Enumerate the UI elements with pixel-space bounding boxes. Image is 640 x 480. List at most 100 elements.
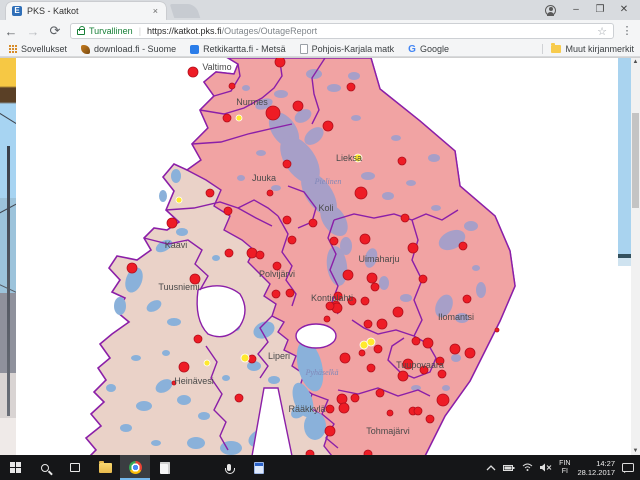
outage-marker-red[interactable]	[387, 410, 393, 416]
outage-marker-red[interactable]	[398, 371, 408, 381]
outage-marker-red[interactable]	[419, 275, 427, 283]
outage-marker-yellow[interactable]	[367, 338, 375, 346]
outage-marker-red[interactable]	[374, 345, 382, 353]
taskbar-clock[interactable]: 14:27 28.12.2017	[577, 459, 615, 477]
bookmark-star-icon[interactable]: ☆	[597, 25, 607, 38]
outage-marker-red[interactable]	[337, 394, 347, 404]
outage-marker-red[interactable]	[340, 353, 350, 363]
chrome-taskbar-button[interactable]	[120, 455, 150, 480]
language-indicator[interactable]: FIN FI	[559, 460, 570, 476]
outage-marker-red[interactable]	[247, 248, 257, 258]
scroll-up-icon[interactable]: ▲	[631, 58, 640, 67]
outage-marker-red[interactable]	[206, 189, 214, 197]
outage-marker-red[interactable]	[272, 290, 280, 298]
outage-marker-red[interactable]	[408, 243, 418, 253]
reload-button[interactable]: ⟳	[44, 23, 66, 39]
bookmark-item[interactable]: G Google	[408, 44, 449, 55]
outage-marker-red[interactable]	[325, 426, 335, 436]
bookmark-item[interactable]: download.fi - Suome	[81, 44, 176, 54]
outage-marker-red[interactable]	[229, 83, 235, 89]
outage-marker-red[interactable]	[275, 58, 285, 67]
outage-marker-red[interactable]	[223, 114, 231, 122]
maximize-button[interactable]: ❐	[588, 1, 612, 19]
outage-marker-red[interactable]	[330, 237, 338, 245]
scrollbar-thumb[interactable]	[632, 113, 639, 208]
outage-marker-red[interactable]	[326, 405, 334, 413]
outage-marker-red[interactable]	[377, 319, 387, 329]
tab-close-icon[interactable]: ×	[151, 6, 160, 16]
outage-marker-red[interactable]	[179, 362, 189, 372]
browser-tab[interactable]: E PKS - Katkot ×	[6, 2, 166, 20]
back-button[interactable]: ←	[0, 24, 22, 39]
browser-menu-icon[interactable]: ⋮	[620, 29, 634, 34]
outage-marker-red[interactable]	[459, 242, 467, 250]
forward-button[interactable]: →	[22, 24, 44, 39]
outage-marker-red[interactable]	[351, 394, 359, 402]
start-button[interactable]	[0, 455, 30, 480]
new-tab-button[interactable]	[170, 4, 201, 18]
outage-marker-red[interactable]	[426, 415, 434, 423]
libreoffice-taskbar-button[interactable]	[150, 455, 180, 480]
outage-map[interactable]: ValtimoNurmesJuukaKoliLieksaPielinenKaav…	[16, 58, 618, 456]
outage-marker-red[interactable]	[401, 214, 409, 222]
address-bar[interactable]: Turvallinen | https://katkot.pks.fi /Out…	[70, 23, 614, 39]
outage-marker-red[interactable]	[235, 394, 243, 402]
close-button[interactable]: ✕	[612, 1, 636, 19]
outage-marker-red[interactable]	[414, 407, 422, 415]
outage-marker-red[interactable]	[343, 270, 353, 280]
outage-marker-red[interactable]	[266, 106, 280, 120]
outage-marker-red[interactable]	[293, 101, 303, 111]
volume-muted-icon[interactable]	[540, 463, 552, 472]
outage-marker-red[interactable]	[367, 273, 377, 283]
outage-marker-yellow[interactable]	[204, 360, 210, 366]
outage-marker-red[interactable]	[423, 338, 433, 348]
other-bookmarks-button[interactable]: Muut kirjanmerkit	[551, 44, 634, 54]
battery-icon[interactable]	[503, 464, 515, 472]
outage-marker-red[interactable]	[167, 218, 177, 228]
outage-marker-red[interactable]	[267, 190, 273, 196]
outage-marker-red[interactable]	[371, 283, 379, 291]
outage-marker-red[interactable]	[347, 83, 355, 91]
outage-marker-yellow[interactable]	[176, 197, 182, 203]
file-explorer-button[interactable]	[90, 455, 120, 480]
task-view-button[interactable]	[60, 455, 90, 480]
page-scrollbar[interactable]: ▲ ▼	[631, 58, 640, 456]
minimize-button[interactable]: –	[564, 1, 588, 19]
outage-marker-red[interactable]	[412, 337, 420, 345]
outage-marker-red[interactable]	[393, 307, 403, 317]
outage-marker-red[interactable]	[361, 297, 369, 305]
profile-icon[interactable]	[545, 5, 556, 16]
action-center-icon[interactable]	[622, 463, 634, 473]
outage-marker-red[interactable]	[364, 320, 372, 328]
outage-marker-red[interactable]	[367, 364, 375, 372]
outage-marker-red[interactable]	[355, 187, 367, 199]
tray-chevron-icon[interactable]	[486, 464, 496, 472]
outage-marker-red[interactable]	[326, 302, 334, 310]
outage-marker-red[interactable]	[324, 316, 330, 322]
outage-marker-red[interactable]	[286, 289, 294, 297]
outage-marker-red[interactable]	[323, 121, 333, 131]
outage-marker-red[interactable]	[309, 219, 317, 227]
outage-marker-red[interactable]	[194, 335, 202, 343]
apps-shortcut[interactable]: Sovellukset	[8, 44, 67, 54]
outage-marker-red[interactable]	[224, 207, 232, 215]
outage-marker-red[interactable]	[463, 295, 471, 303]
outage-marker-red[interactable]	[376, 389, 384, 397]
outage-marker-red[interactable]	[283, 216, 291, 224]
outage-marker-red[interactable]	[225, 249, 233, 257]
outage-marker-red[interactable]	[339, 403, 349, 413]
outage-marker-red[interactable]	[398, 157, 406, 165]
speech-recognition-button[interactable]	[214, 455, 244, 480]
outage-marker-red[interactable]	[438, 370, 446, 378]
outage-marker-red[interactable]	[465, 348, 475, 358]
wifi-icon[interactable]	[522, 463, 533, 472]
outage-marker-red[interactable]	[360, 234, 370, 244]
bookmark-item[interactable]: Pohjois-Karjala matk	[300, 44, 395, 54]
taskbar-search-button[interactable]	[30, 455, 60, 480]
outage-marker-red[interactable]	[256, 251, 264, 259]
outage-marker-red[interactable]	[359, 350, 365, 356]
outage-marker-red[interactable]	[437, 394, 449, 406]
outage-marker-yellow[interactable]	[241, 354, 249, 362]
outage-marker-red[interactable]	[188, 67, 198, 77]
outage-marker-red[interactable]	[495, 328, 499, 332]
